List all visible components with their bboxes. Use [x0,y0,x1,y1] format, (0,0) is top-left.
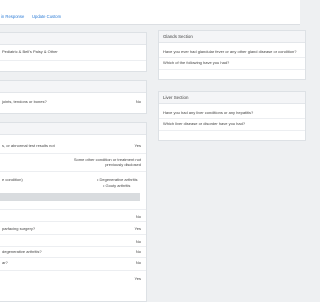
left-panel-1: Pediatric & Bell's Palsy & Other [0,32,147,72]
liver-question-1: Have you had any liver conditions or any… [163,110,254,115]
divider [0,221,146,222]
answer-value: No [135,99,141,104]
panel-header: Glands Section [159,31,305,43]
liver-question-2: Which liver disease or disorder have you… [163,121,246,126]
top-bar: in Response Update Custom [0,0,300,25]
left-panel-3: s, or abnormal test results not Yes Some… [0,122,147,302]
condition-item: • Degenerative arthritis [97,177,138,182]
question-text: joints, tendons or bones? [2,99,47,104]
panel-header [0,123,146,135]
question-text: ar? [2,260,8,265]
question-text: degenerative arthritis? [2,249,42,254]
divider [0,246,146,247]
link-update-custom[interactable]: Update Custom [32,14,61,19]
glands-question-1: Have you ever had glandular fever or any… [163,49,297,54]
condition-item: • Gouty arthritis [103,183,131,188]
divider [0,270,146,271]
row-text: Pediatric & Bell's Palsy & Other [2,49,58,54]
section-bar [0,193,140,201]
divider [0,60,146,61]
divider [0,171,146,172]
divider [0,153,146,154]
glands-section-panel: Glands Section Have you ever had glandul… [158,30,306,80]
glands-section-title: Glands Section [163,34,193,39]
panel-header: Liver Section [159,92,305,104]
panel-header [0,81,146,93]
left-panel-2: joints, tendons or bones? No [0,80,147,114]
answer-value: Yes [134,226,141,231]
panel-header [0,33,146,45]
divider [0,257,146,258]
answer-value: Yes [134,143,141,148]
answer-value: No [135,239,141,244]
divider [159,118,305,119]
divider [159,57,305,58]
answer-value: Yes [134,276,141,281]
link-in-response[interactable]: in Response [1,14,24,19]
answer-value: No [135,260,141,265]
answer-value: No [135,249,141,254]
liver-section-panel: Liver Section Have you had any liver con… [158,91,306,141]
question-text: s, or abnormal test results not [2,143,55,148]
liver-section-title: Liver Section [163,95,189,100]
divider [159,69,305,70]
answer-value: No [135,214,141,219]
question-text: parfacing surgery? [2,226,36,231]
other-condition-line2: previously disclosed [105,162,141,167]
condition-label: e condition) [2,177,23,182]
divider [159,130,305,131]
divider [0,209,146,210]
glands-question-2: Which of the following have you had? [163,60,230,65]
divider [0,234,146,235]
